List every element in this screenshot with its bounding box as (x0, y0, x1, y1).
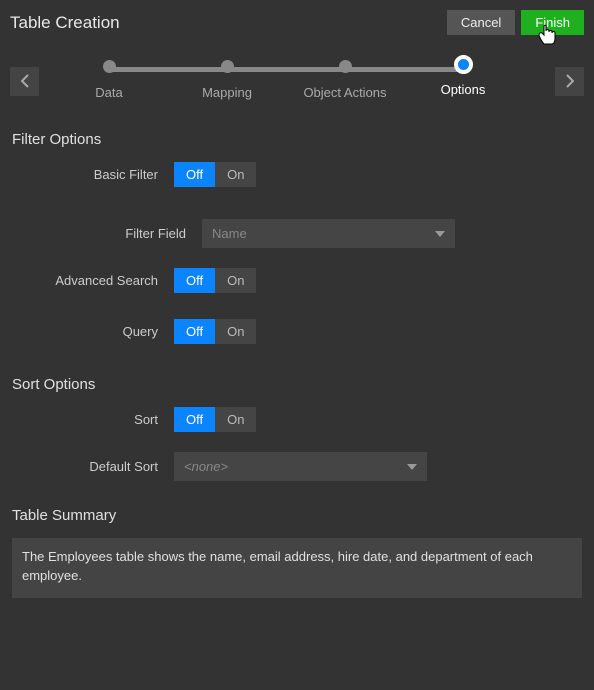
toggle-on[interactable]: On (215, 162, 256, 187)
chevron-down-icon (435, 231, 445, 237)
default-sort-label: Default Sort (12, 459, 174, 474)
wizard-step-options[interactable]: Options (403, 55, 523, 97)
wizard-step-mapping[interactable]: Mapping (167, 55, 287, 100)
toggle-on[interactable]: On (215, 268, 256, 293)
query-toggle[interactable]: Off On (174, 319, 256, 344)
toggle-off[interactable]: Off (174, 407, 215, 432)
advanced-search-toggle[interactable]: Off On (174, 268, 256, 293)
header-buttons: Cancel Finish (447, 10, 584, 35)
finish-button[interactable]: Finish (521, 10, 584, 35)
chevron-down-icon (407, 464, 417, 470)
step-label: Object Actions (285, 85, 405, 100)
toggle-off[interactable]: Off (174, 268, 215, 293)
toggle-on[interactable]: On (215, 319, 256, 344)
page-title: Table Creation (10, 13, 120, 33)
dropdown-value: Name (212, 226, 247, 241)
section-title: Table Summary (12, 507, 582, 524)
table-summary-input[interactable]: The Employees table shows the name, emai… (12, 538, 582, 598)
filter-options-section: Filter Options Basic Filter Off On Filte… (0, 113, 594, 344)
basic-filter-toggle[interactable]: Off On (174, 162, 256, 187)
table-summary-section: Table Summary (0, 495, 594, 524)
step-dot-icon (339, 60, 352, 73)
step-dot-icon (103, 60, 116, 73)
dropdown-value: <none> (184, 459, 228, 474)
toggle-on[interactable]: On (215, 407, 256, 432)
wizard-step-object-actions[interactable]: Object Actions (285, 55, 405, 100)
filter-field-dropdown[interactable]: Name (202, 219, 455, 248)
cancel-button[interactable]: Cancel (447, 10, 515, 35)
chevron-right-icon (566, 74, 574, 88)
filter-field-label: Filter Field (12, 226, 202, 241)
sort-options-section: Sort Options Sort Off On Default Sort <n… (0, 358, 594, 481)
wizard-step-data[interactable]: Data (49, 55, 169, 100)
toggle-off[interactable]: Off (174, 319, 215, 344)
step-label: Options (403, 82, 523, 97)
section-title: Sort Options (12, 376, 582, 393)
wizard-steps: Data Mapping Object Actions Options (0, 39, 594, 113)
toggle-off[interactable]: Off (174, 162, 215, 187)
wizard-next-button[interactable] (555, 67, 584, 96)
wizard-prev-button[interactable] (10, 67, 39, 96)
step-label: Data (49, 85, 169, 100)
step-dot-icon (454, 55, 473, 74)
basic-filter-label: Basic Filter (12, 167, 174, 182)
default-sort-dropdown[interactable]: <none> (174, 452, 427, 481)
step-label: Mapping (167, 85, 287, 100)
advanced-search-label: Advanced Search (12, 273, 174, 288)
step-dot-icon (221, 60, 234, 73)
chevron-left-icon (21, 74, 29, 88)
sort-label: Sort (12, 412, 174, 427)
section-title: Filter Options (12, 131, 582, 148)
sort-toggle[interactable]: Off On (174, 407, 256, 432)
query-label: Query (12, 324, 174, 339)
